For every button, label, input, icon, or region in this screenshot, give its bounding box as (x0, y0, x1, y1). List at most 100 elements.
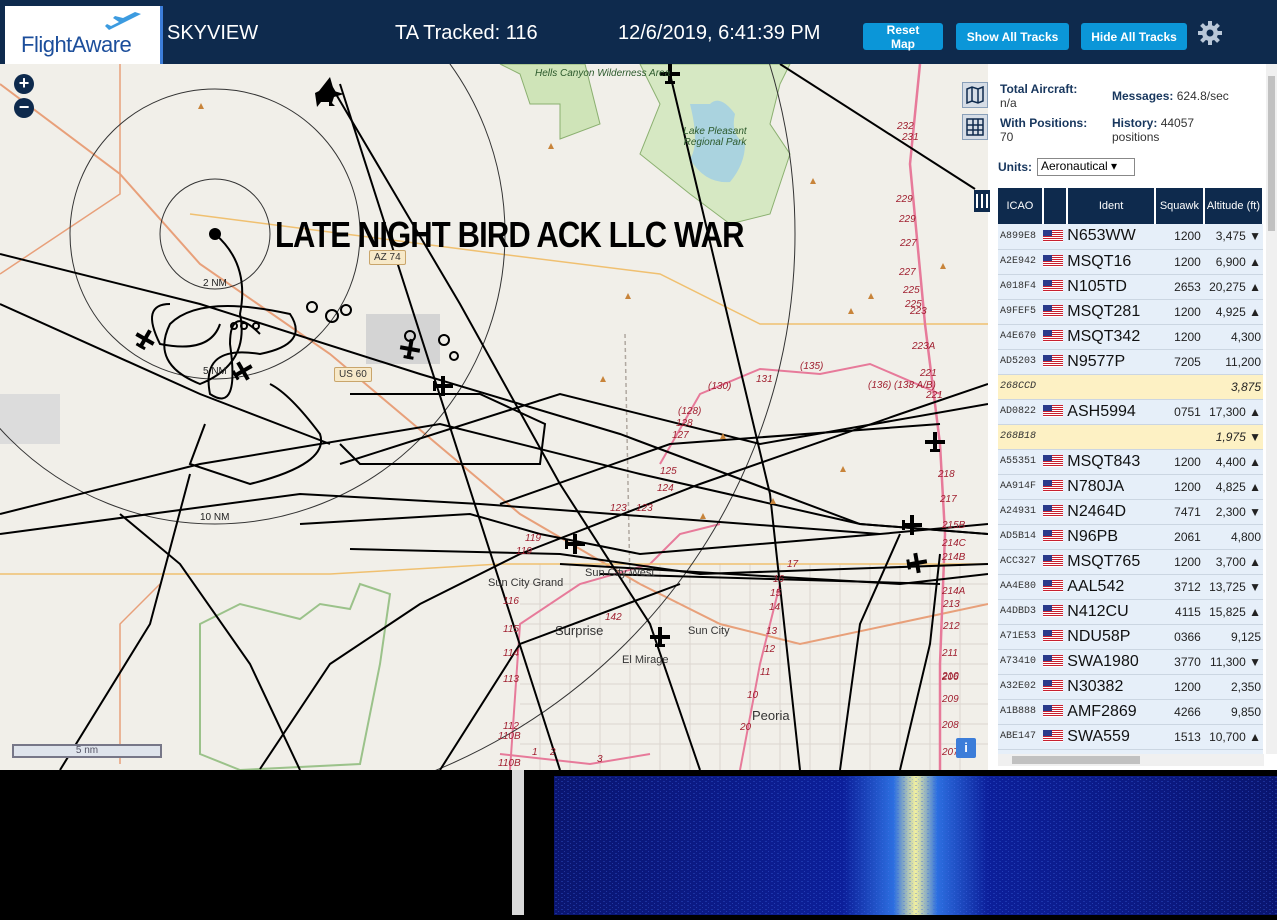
grid-toggle-button[interactable] (962, 114, 988, 140)
table-row[interactable]: A018F4 N105TD 2653 20,275 ▲ (998, 274, 1263, 300)
cell-icao: A32E02 (998, 674, 1043, 700)
column-toggle-button[interactable] (974, 190, 990, 212)
highway-label: 223 (910, 306, 927, 317)
panel-vertical-scroll-thumb[interactable] (1268, 76, 1275, 231)
pane-divider[interactable] (512, 770, 524, 915)
table-row[interactable]: A73410 SWA1980 3770 11,300 ▼ (998, 649, 1263, 675)
table-row[interactable]: A9FEF5 MSQT281 1200 4,925 ▲ (998, 299, 1263, 325)
highway-label: 3 (597, 754, 603, 765)
table-row[interactable]: AA914F N780JA 1200 4,825 ▲ (998, 474, 1263, 500)
cell-ident: AMF2869 (1067, 699, 1155, 725)
units-select[interactable]: Aeronautical ▾ (1037, 158, 1135, 176)
us-flag-icon (1042, 530, 1063, 543)
cell-altitude: 15,825 ▲ (1203, 599, 1263, 625)
zoom-in-button[interactable]: + (14, 74, 34, 94)
table-row[interactable]: ABE147 SWA559 1513 10,700 ▲ (998, 724, 1263, 750)
cell-squawk: 7205 (1154, 349, 1204, 375)
spectrogram-canvas (554, 776, 1277, 915)
cell-ident: MSQT342 (1067, 324, 1155, 350)
highway-label: 14 (769, 602, 781, 613)
cell-ident: N653WW (1067, 224, 1155, 250)
table-row[interactable]: A71E53 NDU58P 0366 9,125 (998, 624, 1263, 650)
us-flag-icon (1042, 680, 1063, 693)
table-row[interactable]: AD5B14 N96PB 2061 4,800 (998, 524, 1263, 550)
cell-altitude: 4,825 ▲ (1203, 474, 1263, 500)
table-row[interactable]: 268B18 1,975 ▼ (998, 424, 1263, 450)
city-label: Sun City Grand (488, 577, 564, 589)
highway-label: 225 (903, 285, 920, 296)
with-positions-value: 70 (1000, 130, 1014, 144)
column-header-icao[interactable]: ICAO (998, 188, 1044, 224)
total-aircraft-value: n/a (1000, 96, 1017, 110)
cell-icao: A24931 (998, 499, 1043, 525)
table-row[interactable]: AD5203 N9577P 7205 11,200 (998, 349, 1263, 375)
cell-icao: 268B18 (998, 424, 1043, 450)
table-row[interactable]: A55351 MSQT843 1200 4,400 ▲ (998, 449, 1263, 475)
with-positions-stat: With Positions: 70 (1000, 116, 1087, 144)
history-label: History: (1112, 116, 1158, 130)
show-all-tracks-button[interactable]: Show All Tracks (956, 23, 1069, 50)
park-label: Lake Pleasant Regional Park (683, 126, 747, 148)
cell-icao: A2E942 (998, 249, 1043, 275)
cell-ident: NDU58P (1067, 624, 1155, 650)
cell-flag (1042, 349, 1068, 375)
cell-flag (1042, 499, 1068, 525)
us-flag-icon (1042, 255, 1063, 268)
reset-map-button[interactable]: Reset Map (863, 23, 943, 51)
zoom-out-button[interactable]: − (14, 98, 34, 118)
table-row[interactable]: A24931 N2464D 7471 2,300 ▼ (998, 499, 1263, 525)
cell-icao: AD5203 (998, 349, 1043, 375)
aircraft-table-container[interactable]: ICAO Ident Squawk Altitude (ft) A899E8 N6… (998, 188, 1264, 754)
table-row[interactable]: 268CCD 3,875 (998, 374, 1263, 400)
cell-ident: N96PB (1067, 524, 1155, 550)
highway-label: 209 (942, 694, 959, 705)
cell-altitude: 20,275 ▲ (1203, 274, 1263, 300)
cell-squawk: 0366 (1154, 624, 1204, 650)
cell-ident: MSQT281 (1067, 299, 1155, 325)
history-unit: positions (1112, 130, 1160, 144)
cell-altitude: 2,350 (1203, 674, 1263, 700)
cell-icao: A71E53 (998, 624, 1043, 650)
table-row[interactable]: A899E8 N653WW 1200 3,475 ▼ (998, 224, 1263, 250)
table-header-row: ICAO Ident Squawk Altitude (ft) (998, 188, 1264, 224)
gear-icon[interactable] (1197, 20, 1223, 46)
flightaware-logo[interactable]: FlightAware (5, 6, 163, 64)
highway-label: 110B (498, 758, 521, 769)
highway-label: 115 (503, 624, 519, 635)
column-header-ident[interactable]: Ident (1067, 188, 1156, 224)
cell-ident: N30382 (1067, 674, 1155, 700)
table-row[interactable]: A4E670 MSQT342 1200 4,300 (998, 324, 1263, 350)
city-label: Sun City West (585, 567, 655, 579)
cell-ident (1067, 424, 1155, 450)
cell-altitude: 2,300 ▼ (1203, 499, 1263, 525)
table-row[interactable]: AA4E80 AAL542 3712 13,725 ▼ (998, 574, 1263, 600)
cell-icao: A73410 (998, 649, 1043, 675)
history-stat: History: 44057 positions (1112, 116, 1194, 144)
hide-all-tracks-button[interactable]: Hide All Tracks (1081, 23, 1187, 50)
table-row[interactable]: A4DBD3 N412CU 4115 15,825 ▲ (998, 599, 1263, 625)
highway-label: 119 (516, 546, 532, 557)
cell-ident: N780JA (1067, 474, 1155, 500)
map-view[interactable]: Hells Canyon Wilderness Area Lake Pleasa… (0, 64, 988, 770)
cell-altitude: 4,800 (1203, 524, 1263, 550)
cell-altitude: 17,300 ▲ (1203, 399, 1263, 425)
us-flag-icon (1042, 480, 1063, 493)
table-row[interactable]: AD0822 ASH5994 0751 17,300 ▲ (998, 399, 1263, 425)
column-header-flag[interactable] (1042, 188, 1069, 224)
table-row[interactable]: A2E942 MSQT16 1200 6,900 ▲ (998, 249, 1263, 275)
column-header-squawk[interactable]: Squawk (1154, 188, 1205, 224)
cell-flag (1042, 399, 1068, 425)
column-header-altitude[interactable]: Altitude (ft) (1203, 188, 1264, 224)
cell-flag (1042, 324, 1068, 350)
table-row[interactable]: A32E02 N30382 1200 2,350 (998, 674, 1263, 700)
info-button[interactable]: i (956, 738, 976, 758)
table-row[interactable]: A1B888 AMF2869 4266 9,850 (998, 699, 1263, 725)
cell-ident: N9577P (1067, 349, 1155, 375)
highway-label: 142 (605, 612, 622, 623)
table-row[interactable]: ACC327 MSQT765 1200 3,700 ▲ (998, 549, 1263, 575)
table-horizontal-scroll-thumb[interactable] (1012, 756, 1140, 764)
cell-ident: ASH5994 (1067, 399, 1155, 425)
cell-squawk: 4115 (1154, 599, 1204, 625)
map-layers-button[interactable] (962, 82, 988, 108)
cell-squawk: 1513 (1154, 724, 1204, 750)
